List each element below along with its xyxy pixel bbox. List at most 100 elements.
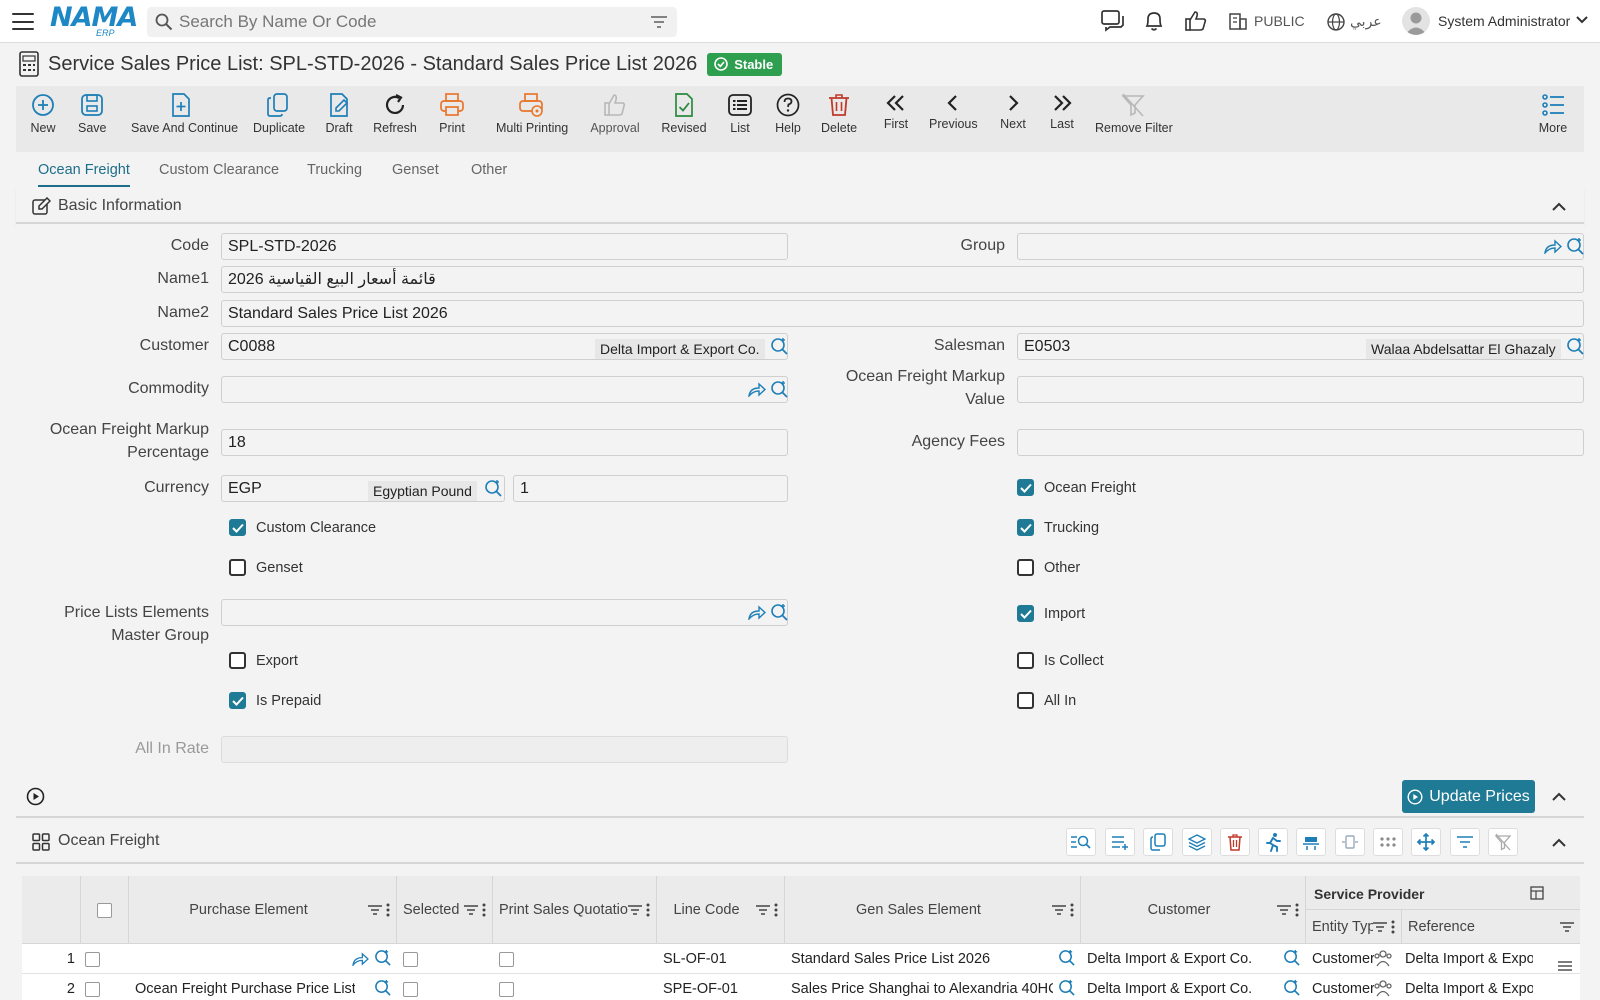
runner-icon[interactable] xyxy=(1258,828,1288,856)
markup-value-field[interactable] xyxy=(1017,376,1584,403)
column-filter-icon[interactable] xyxy=(464,904,478,916)
lookup-icon[interactable] xyxy=(770,380,788,398)
column-menu-icon[interactable] xyxy=(774,903,778,917)
code-field[interactable]: SPL-STD-2026 xyxy=(221,233,788,260)
markup-percentage-field[interactable]: 18 xyxy=(221,429,788,456)
add-row-icon[interactable] xyxy=(1105,828,1135,856)
lookup-icon[interactable] xyxy=(374,949,391,966)
more-button[interactable]: More xyxy=(1538,92,1568,135)
new-button[interactable]: New xyxy=(30,92,56,135)
draft-button[interactable]: Draft xyxy=(325,92,353,135)
filter-icon[interactable] xyxy=(1450,828,1480,856)
column-menu-icon[interactable] xyxy=(1070,903,1074,917)
next-button[interactable]: Next xyxy=(999,92,1027,131)
column-filter-icon[interactable] xyxy=(1373,921,1387,933)
approval-button[interactable]: Approval xyxy=(590,92,640,135)
basic-information-header[interactable]: Basic Information xyxy=(16,188,1584,224)
chat-icon[interactable] xyxy=(1101,10,1125,32)
select-all-checkbox[interactable] xyxy=(97,902,112,918)
selected-header[interactable]: Selected xyxy=(397,876,493,944)
commodity-field[interactable] xyxy=(221,376,788,403)
lookup-icon[interactable] xyxy=(770,337,788,355)
selected-checkbox[interactable] xyxy=(403,944,433,974)
update-prices-button[interactable]: Update Prices xyxy=(1402,780,1535,813)
dots-grid-icon[interactable] xyxy=(1373,828,1403,856)
purchase-element-cell[interactable]: Ocean Freight Purchase Price List 2026 xyxy=(135,974,355,1000)
last-button[interactable]: Last xyxy=(1048,92,1076,131)
lookup-icon[interactable] xyxy=(1283,949,1300,966)
other-checkbox[interactable]: Other xyxy=(1017,559,1080,576)
customer-header[interactable]: Customer xyxy=(1081,876,1306,944)
reference-cell[interactable]: Delta Import & Export Co. xyxy=(1405,944,1533,974)
row-checkbox[interactable] xyxy=(85,974,115,1000)
menu-icon[interactable] xyxy=(12,13,34,30)
genset-checkbox[interactable]: Genset xyxy=(229,559,303,576)
user-name[interactable]: System Administrator xyxy=(1438,13,1570,29)
logo[interactable]: NAMA ERP xyxy=(50,4,138,39)
export-checkbox[interactable]: Export xyxy=(229,652,298,669)
tab-trucking[interactable]: Trucking xyxy=(307,162,362,178)
save-button[interactable]: Save xyxy=(78,92,107,135)
gen-sales-element-header[interactable]: Gen Sales Element xyxy=(785,876,1081,944)
share-icon[interactable] xyxy=(1544,239,1562,254)
all-in-checkbox[interactable]: All In xyxy=(1017,692,1076,709)
table-row[interactable]: 2 Ocean Freight Purchase Price List 2026… xyxy=(22,974,1580,1000)
layers-icon[interactable] xyxy=(1182,828,1212,856)
purchase-element-cell[interactable] xyxy=(135,944,355,974)
import-checkbox[interactable]: Import xyxy=(1017,605,1085,622)
bell-icon[interactable] xyxy=(1143,10,1165,32)
customer-field[interactable]: C0088 Delta Import & Export Co. xyxy=(221,333,788,360)
line-code-cell[interactable]: SPE-OF-01 xyxy=(663,974,781,1000)
column-filter-icon[interactable] xyxy=(368,904,382,916)
lookup-icon[interactable] xyxy=(484,479,502,497)
print-sales-quotation-header[interactable]: Print Sales Quotation xyxy=(493,876,657,944)
avatar[interactable] xyxy=(1402,7,1430,35)
search-grid-icon[interactable] xyxy=(1066,828,1096,856)
column-menu-icon[interactable] xyxy=(386,903,390,917)
currency-rate-field[interactable]: 1 xyxy=(513,475,788,502)
fit-columns-icon[interactable] xyxy=(1335,828,1365,856)
filter-off-icon[interactable] xyxy=(1488,828,1518,856)
trucking-checkbox[interactable]: Trucking xyxy=(1017,519,1099,536)
first-button[interactable]: First xyxy=(882,92,910,131)
lookup-icon[interactable] xyxy=(770,603,788,621)
insert-column-icon[interactable] xyxy=(1296,828,1326,856)
master-group-field[interactable] xyxy=(221,599,788,626)
reference-header[interactable]: Reference xyxy=(1402,910,1580,944)
name1-field[interactable]: قائمة أسعار البيع القياسية 2026 xyxy=(221,266,1584,293)
save-and-continue-button[interactable]: Save And Continue xyxy=(131,92,238,135)
gen-sales-element-cell[interactable]: Standard Sales Price List 2026 xyxy=(791,944,1053,974)
is-prepaid-checkbox[interactable]: Is Prepaid xyxy=(229,692,321,709)
share-icon[interactable] xyxy=(352,952,369,966)
customer-cell[interactable]: Delta Import & Export Co. xyxy=(1087,974,1279,1000)
refresh-button[interactable]: Refresh xyxy=(372,92,418,135)
reference-cell[interactable]: Delta Import & Export Co. xyxy=(1405,974,1533,1000)
chevron-down-icon[interactable] xyxy=(1576,16,1588,24)
share-icon[interactable] xyxy=(748,605,766,620)
name2-field[interactable]: Standard Sales Price List 2026 xyxy=(221,300,1584,327)
filter-icon[interactable] xyxy=(651,15,667,29)
chevron-up-icon[interactable] xyxy=(1552,202,1566,211)
chevron-up-icon[interactable] xyxy=(1552,792,1566,801)
list-button[interactable]: List xyxy=(727,92,753,135)
duplicate-button[interactable]: Duplicate xyxy=(253,92,305,135)
line-code-header[interactable]: Line Code xyxy=(657,876,785,944)
group-field[interactable] xyxy=(1017,233,1584,260)
agency-fees-field[interactable] xyxy=(1017,429,1584,456)
copy-rows-icon[interactable] xyxy=(1143,828,1173,856)
tab-ocean-freight[interactable]: Ocean Freight xyxy=(38,162,130,187)
entity-type-cell[interactable]: Customer xyxy=(1312,944,1374,974)
line-code-cell[interactable]: SL-OF-01 xyxy=(663,944,781,974)
previous-button[interactable]: Previous xyxy=(929,92,978,131)
hamburger-icon[interactable] xyxy=(1558,960,1572,972)
lookup-icon[interactable] xyxy=(1058,949,1075,966)
print-quotation-checkbox[interactable] xyxy=(499,974,529,1000)
delete-rows-icon[interactable] xyxy=(1220,828,1250,856)
tab-custom-clearance[interactable]: Custom Clearance xyxy=(159,162,279,178)
branch-label[interactable]: PUBLIC xyxy=(1254,13,1305,29)
salesman-field[interactable]: E0503 Walaa Abdelsattar El Ghazaly xyxy=(1017,333,1584,360)
is-collect-checkbox[interactable]: Is Collect xyxy=(1017,652,1104,669)
move-icon[interactable] xyxy=(1411,828,1441,856)
column-filter-icon[interactable] xyxy=(1052,904,1066,916)
revised-button[interactable]: Revised xyxy=(661,92,707,135)
